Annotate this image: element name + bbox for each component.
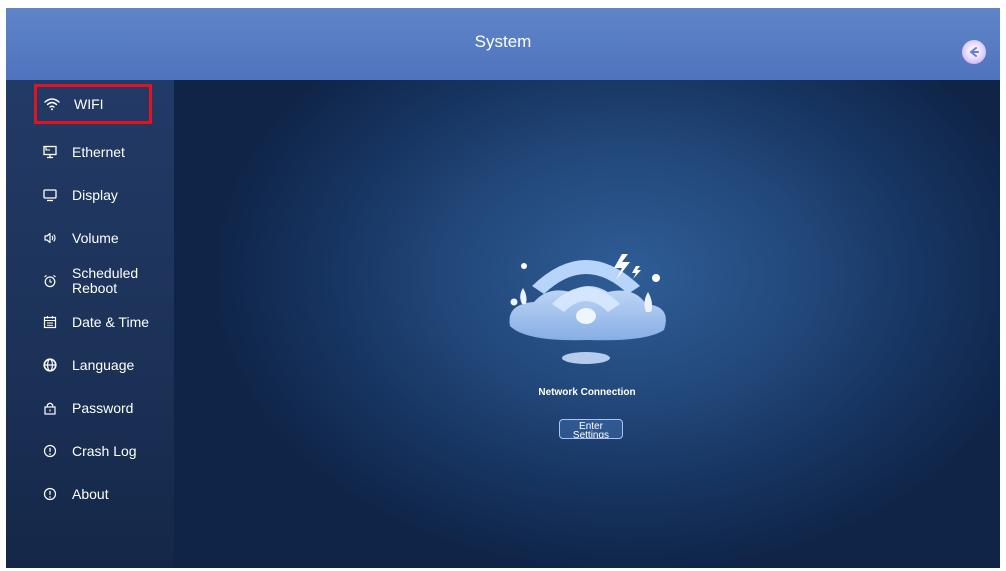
sidebar-item-about[interactable]: About <box>6 474 174 514</box>
sidebar-item-language[interactable]: Language <box>6 345 174 385</box>
wifi-icon <box>42 94 62 114</box>
enter-settings-button[interactable]: Enter Settings <box>559 419 623 439</box>
sidebar-item-display[interactable]: Display <box>6 175 174 215</box>
sidebar: WIFI Ethernet Display Volume Scheduled R… <box>6 80 174 568</box>
back-button[interactable] <box>962 40 986 64</box>
sidebar-item-crash-log[interactable]: Crash Log <box>6 431 174 471</box>
wifi-cloud-illustration <box>509 254 666 364</box>
lock-icon <box>40 398 60 418</box>
sidebar-item-label: WIFI <box>74 95 104 112</box>
sidebar-item-password[interactable]: Password <box>6 388 174 428</box>
sidebar-item-label: Scheduled Reboot <box>72 265 139 296</box>
sidebar-item-label: Password <box>72 399 134 416</box>
back-arrow-icon <box>970 47 979 57</box>
calendar-icon <box>40 312 60 332</box>
sidebar-item-label: Language <box>72 356 135 373</box>
info-circle-icon <box>40 441 60 461</box>
header-bar: System <box>6 8 1000 81</box>
alarm-clock-icon <box>40 271 60 291</box>
tv-screen: System WIFI Ethernet Display Volume Sche… <box>6 8 1000 568</box>
info-circle-icon <box>40 484 60 504</box>
sidebar-item-label: Date & Time <box>72 313 150 330</box>
sidebar-item-volume[interactable]: Volume <box>6 218 174 258</box>
main-content: Network Connection Enter Settings <box>174 80 1000 568</box>
ethernet-icon <box>40 142 60 162</box>
network-connection-label: Network Connection <box>538 387 636 398</box>
sidebar-item-wifi[interactable]: WIFI <box>34 84 152 124</box>
page-title: System <box>474 32 532 51</box>
sidebar-item-label: Volume <box>72 229 119 246</box>
sidebar-item-ethernet[interactable]: Ethernet <box>6 132 174 172</box>
monitor-icon <box>40 185 60 205</box>
sidebar-item-label: Display <box>72 186 118 203</box>
sidebar-item-date-time[interactable]: Date & Time <box>6 302 174 342</box>
sidebar-item-label: Crash Log <box>72 442 137 459</box>
sidebar-item-label: About <box>72 485 109 502</box>
sidebar-item-scheduled-reboot[interactable]: Scheduled Reboot <box>6 261 174 301</box>
sidebar-item-label: Ethernet <box>72 143 125 160</box>
speaker-icon <box>40 228 60 248</box>
globe-icon <box>40 355 60 375</box>
